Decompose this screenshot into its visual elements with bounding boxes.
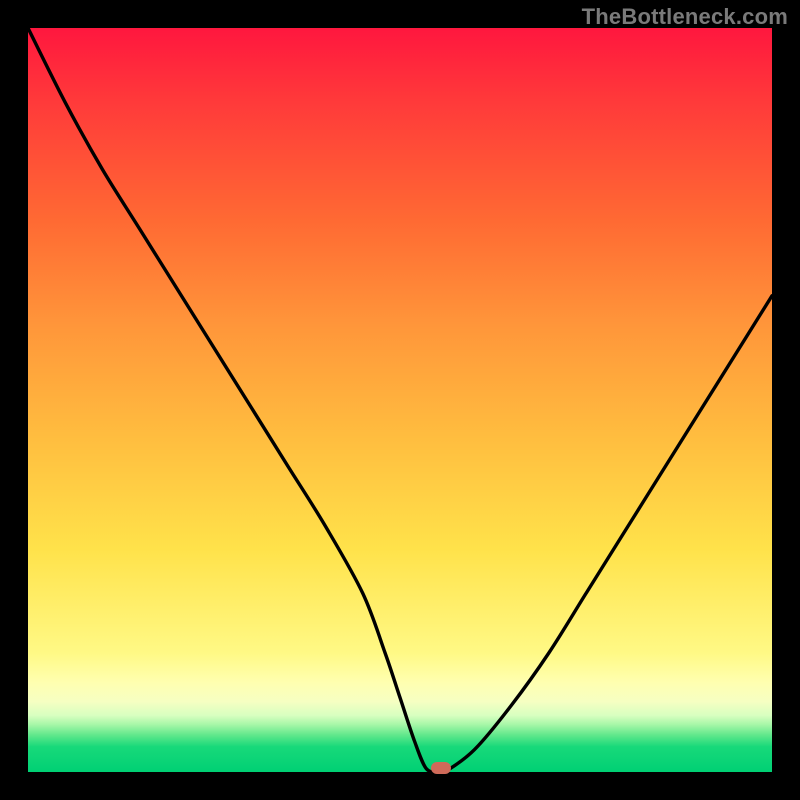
- bottleneck-curve: [28, 28, 772, 772]
- optimal-point-marker: [431, 762, 451, 774]
- curve-path: [28, 28, 772, 772]
- plot-area: [28, 28, 772, 772]
- chart-frame: TheBottleneck.com: [0, 0, 800, 800]
- attribution-text: TheBottleneck.com: [582, 4, 788, 30]
